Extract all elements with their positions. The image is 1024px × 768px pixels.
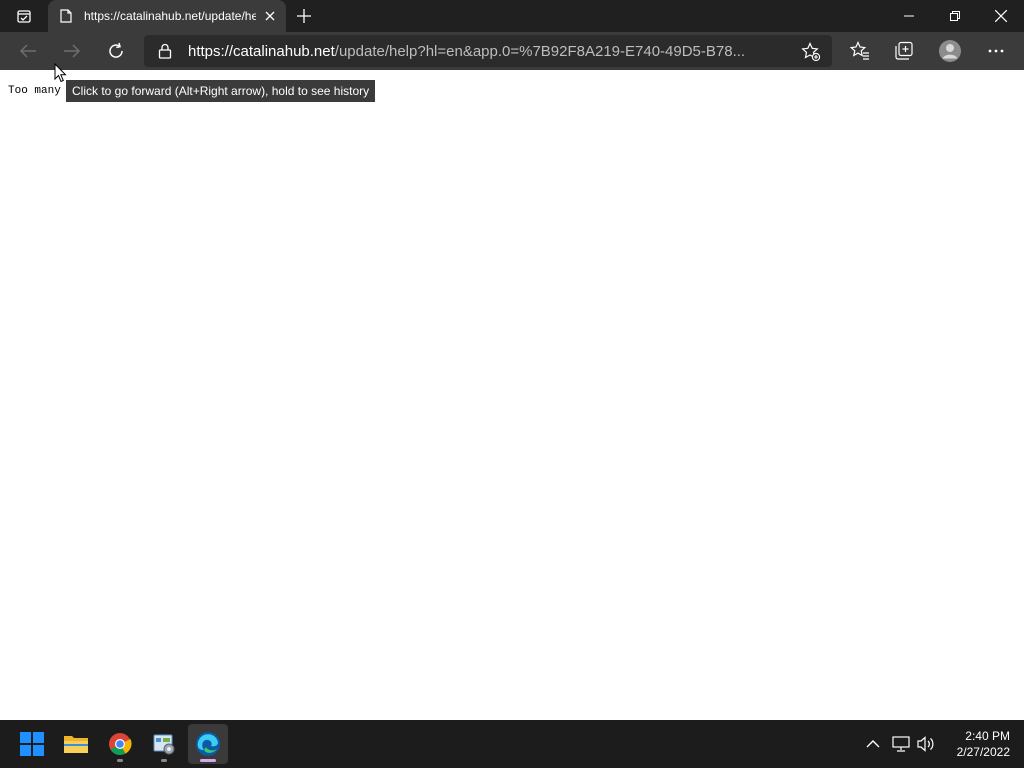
more-icon [988, 49, 1004, 53]
control-panel-icon [153, 734, 175, 755]
add-to-favorites-button[interactable] [800, 41, 822, 63]
lock-icon[interactable] [158, 43, 172, 59]
reload-button[interactable] [102, 37, 130, 65]
tab-close-button[interactable] [262, 8, 278, 24]
edge-active-indicator [200, 759, 216, 762]
network-status-button[interactable] [891, 734, 911, 754]
chevron-up-icon [866, 740, 880, 748]
add-favorite-icon [801, 42, 821, 62]
taskbar-file-explorer[interactable] [56, 724, 96, 764]
clock-time: 2:40 PM [965, 729, 1010, 743]
control-panel-running-indicator [161, 759, 167, 762]
windows-start-icon [20, 732, 44, 756]
taskbar-clock[interactable]: 2:40 PM 2/27/2022 [944, 728, 1010, 760]
edge-icon [196, 732, 220, 756]
back-arrow-icon [19, 44, 36, 58]
network-icon [892, 736, 910, 752]
new-tab-button[interactable] [294, 6, 314, 26]
plus-icon [297, 9, 311, 23]
tab-strip: https://catalinahub.net/update/help?hl=e… [0, 0, 1024, 32]
favorites-icon [850, 41, 869, 60]
forward-arrow-icon [64, 44, 81, 58]
chrome-icon [109, 733, 132, 755]
chrome-running-indicator [117, 759, 123, 762]
taskbar-edge[interactable] [188, 724, 228, 764]
close-icon [265, 11, 275, 21]
start-button[interactable] [12, 724, 52, 764]
clock-date: 2/27/2022 [956, 745, 1010, 759]
collections-button[interactable] [890, 37, 918, 65]
url-host-prefix: https:// [188, 43, 234, 60]
favorites-button[interactable] [846, 37, 874, 65]
window-minimize-button[interactable] [886, 0, 932, 32]
window-close-button[interactable] [978, 0, 1024, 32]
browser-toolbar: https://catalinahub.net/update/help?hl=e… [0, 32, 1024, 70]
url-path: /update/help?hl=en&app.0=%7B92F8A219-E74… [334, 43, 746, 60]
browser-tab-active[interactable]: https://catalinahub.net/update/help?hl=e… [48, 0, 286, 32]
volume-icon [917, 736, 934, 752]
reload-icon [109, 42, 123, 58]
minimize-icon [904, 15, 914, 17]
window-restore-button[interactable] [932, 0, 978, 32]
tab-actions-icon [17, 10, 31, 23]
back-button[interactable] [14, 37, 42, 65]
taskbar: 2:40 PM 2/27/2022 [0, 720, 1024, 768]
restore-icon [950, 11, 960, 21]
settings-and-more-button[interactable] [982, 37, 1010, 65]
url-host: catalinahub.net [233, 43, 335, 60]
profile-icon [939, 40, 961, 62]
tab-title: https://catalinahub.net/update/help?hl=e… [84, 9, 256, 23]
tab-actions-menu-button[interactable] [8, 6, 40, 26]
address-bar[interactable]: https://catalinahub.net/update/help?hl=e… [144, 35, 832, 67]
url-text[interactable]: https://catalinahub.net/update/help?hl=e… [188, 43, 788, 60]
volume-button[interactable] [916, 734, 936, 754]
cursor-icon [54, 63, 67, 83]
window-close-icon [995, 10, 1007, 22]
show-hidden-icons-button[interactable] [863, 734, 883, 754]
forward-button[interactable] [58, 37, 86, 65]
page-body-text: Too many [8, 85, 61, 97]
profile-button[interactable] [936, 37, 964, 65]
collections-icon [895, 41, 913, 60]
page-favicon-icon [60, 8, 74, 24]
taskbar-control-panel[interactable] [144, 724, 184, 764]
forward-button-tooltip: Click to go forward (Alt+Right arrow), h… [66, 80, 376, 102]
taskbar-chrome[interactable] [100, 724, 140, 764]
file-explorer-icon [64, 736, 88, 753]
